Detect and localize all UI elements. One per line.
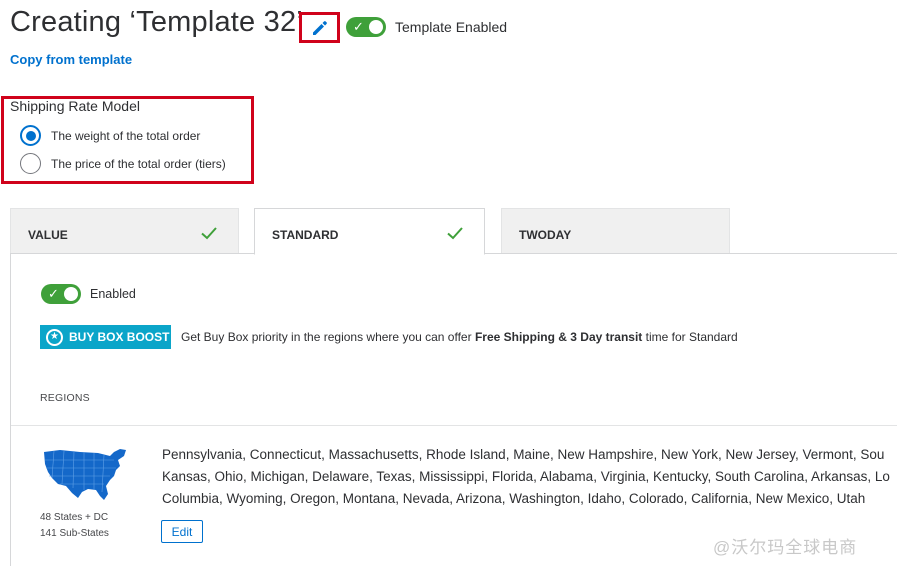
toggle-knob <box>369 20 383 34</box>
template-enabled-toggle[interactable]: ✓ <box>346 17 386 37</box>
substates-count: 141 Sub-States <box>40 528 109 539</box>
radio-weight-of-order[interactable] <box>20 125 41 146</box>
standard-enabled-toggle[interactable]: ✓ <box>41 284 81 304</box>
edit-title-button[interactable] <box>299 12 340 43</box>
radio-weight-label: The weight of the total order <box>51 129 201 143</box>
states-list-line: Kansas, Ohio, Michigan, Delaware, Texas,… <box>162 469 890 484</box>
toggle-knob <box>64 287 78 301</box>
pencil-icon <box>312 20 327 35</box>
radio-price-label: The price of the total order (tiers) <box>51 157 226 171</box>
tab-standard-label: STANDARD <box>272 228 339 242</box>
tab-panel <box>10 253 897 566</box>
check-icon <box>201 227 217 240</box>
check-icon <box>447 227 463 240</box>
buy-box-description: Get Buy Box priority in the regions wher… <box>181 330 738 344</box>
tab-value-label: VALUE <box>28 228 68 242</box>
buy-box-text-before: Get Buy Box priority in the regions wher… <box>181 330 475 344</box>
template-enabled-label: Template Enabled <box>395 19 508 35</box>
page: Creating ‘Template 32’ ✓ Template Enable… <box>0 0 897 566</box>
standard-enabled-label: Enabled <box>90 287 136 301</box>
tab-twoday[interactable]: TWODAY <box>501 208 730 254</box>
tab-value[interactable]: VALUE <box>10 208 239 254</box>
watermark: @沃尔玛全球电商 <box>713 538 858 557</box>
tab-standard[interactable]: STANDARD <box>254 208 485 255</box>
shipping-rate-model-title: Shipping Rate Model <box>10 98 140 114</box>
divider <box>11 425 897 426</box>
copy-from-template-link[interactable]: Copy from template <box>10 52 132 67</box>
star-icon: ★ <box>46 328 63 346</box>
states-list-line: Columbia, Wyoming, Oregon, Montana, Neva… <box>162 491 866 506</box>
buy-box-boost-badge: ★ BUY BOX BOOST <box>40 325 171 349</box>
tab-twoday-label: TWODAY <box>519 228 572 242</box>
radio-price-of-order[interactable] <box>20 153 41 174</box>
check-icon: ✓ <box>353 19 364 34</box>
page-title: Creating ‘Template 32’ <box>10 6 303 38</box>
states-list-line: Pennsylvania, Connecticut, Massachusetts… <box>162 447 885 462</box>
check-icon: ✓ <box>48 286 59 301</box>
us-map-icon <box>44 449 126 500</box>
states-count: 48 States + DC <box>40 512 109 523</box>
regions-header: REGIONS <box>40 392 90 404</box>
buy-box-text-bold: Free Shipping & 3 Day transit <box>474 330 643 344</box>
buy-box-text-after: time for Standard <box>642 330 738 344</box>
buy-box-boost-label: BUY BOX BOOST <box>69 330 170 344</box>
edit-region-button[interactable]: Edit <box>161 520 203 543</box>
